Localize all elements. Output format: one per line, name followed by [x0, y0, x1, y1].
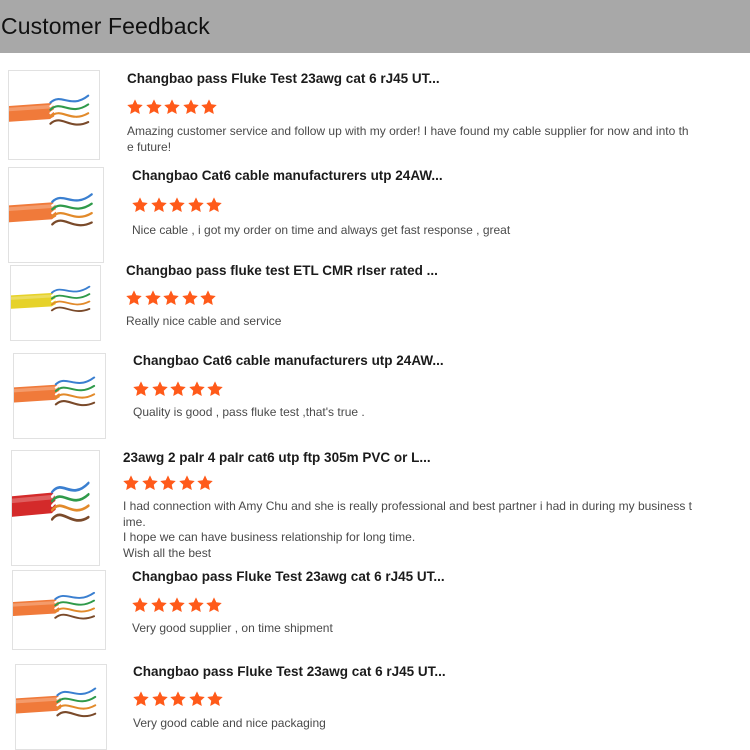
star-icon	[178, 474, 196, 492]
star-icon	[132, 380, 150, 398]
product-title[interactable]: Changbao pass Fluke Test 23awg cat 6 rJ4…	[132, 569, 445, 584]
star-rating	[132, 380, 225, 398]
product-thumbnail[interactable]	[10, 265, 101, 341]
star-icon	[144, 289, 162, 307]
product-thumbnail[interactable]	[15, 664, 107, 750]
star-icon	[150, 596, 168, 614]
star-icon	[151, 380, 169, 398]
star-icon	[187, 196, 205, 214]
review-comment: Amazing customer service and follow up w…	[127, 124, 689, 154]
star-icon	[188, 380, 206, 398]
star-icon	[131, 196, 149, 214]
star-icon	[145, 98, 163, 116]
review-comment: Very good supplier , on time shipment	[132, 621, 333, 635]
review-comment: Very good cable and nice packaging	[133, 716, 326, 730]
star-icon	[162, 289, 180, 307]
star-rating	[122, 474, 215, 492]
star-icon	[169, 380, 187, 398]
star-icon	[187, 596, 205, 614]
star-icon	[169, 690, 187, 708]
star-icon	[122, 474, 140, 492]
star-rating	[132, 690, 225, 708]
product-thumbnail[interactable]	[13, 353, 106, 439]
review-comment: Really nice cable and service	[126, 314, 282, 328]
product-thumbnail[interactable]	[12, 570, 106, 650]
star-icon	[196, 474, 214, 492]
star-icon	[168, 196, 186, 214]
star-icon	[206, 380, 224, 398]
star-icon	[159, 474, 177, 492]
product-title[interactable]: Changbao pass Fluke Test 23awg cat 6 rJ4…	[133, 664, 446, 679]
star-icon	[199, 289, 217, 307]
review-comment: Quality is good , pass fluke test ,that'…	[133, 405, 365, 419]
page-header: Customer Feedback	[0, 0, 750, 53]
star-rating	[131, 196, 224, 214]
star-icon	[126, 98, 144, 116]
review-comment: Nice cable , i got my order on time and …	[132, 223, 511, 237]
product-title[interactable]: Changbao Cat6 cable manufacturers utp 24…	[133, 353, 444, 368]
star-rating	[125, 289, 218, 307]
star-icon	[125, 289, 143, 307]
product-thumbnail[interactable]	[11, 450, 100, 566]
star-icon	[151, 690, 169, 708]
star-icon	[168, 596, 186, 614]
star-icon	[181, 289, 199, 307]
review-comment: I had connection with Amy Chu and she is…	[123, 499, 692, 560]
product-title[interactable]: 23awg 2 paIr 4 paIr cat6 utp ftp 305m PV…	[123, 450, 431, 465]
product-title[interactable]: Changbao Cat6 cable manufacturers utp 24…	[132, 168, 443, 183]
star-icon	[132, 690, 150, 708]
product-title[interactable]: Changbao pass Fluke Test 23awg cat 6 rJ4…	[127, 71, 440, 86]
star-icon	[150, 196, 168, 214]
star-icon	[188, 690, 206, 708]
star-icon	[182, 98, 200, 116]
star-icon	[205, 596, 223, 614]
product-thumbnail[interactable]	[8, 70, 100, 160]
star-icon	[205, 196, 223, 214]
star-icon	[131, 596, 149, 614]
star-icon	[141, 474, 159, 492]
star-icon	[163, 98, 181, 116]
product-thumbnail[interactable]	[8, 167, 104, 263]
star-icon	[200, 98, 218, 116]
star-rating	[131, 596, 224, 614]
star-rating	[126, 98, 219, 116]
page-title: Customer Feedback	[1, 13, 210, 39]
star-icon	[206, 690, 224, 708]
product-title[interactable]: Changbao pass fluke test ETL CMR rIser r…	[126, 263, 438, 278]
